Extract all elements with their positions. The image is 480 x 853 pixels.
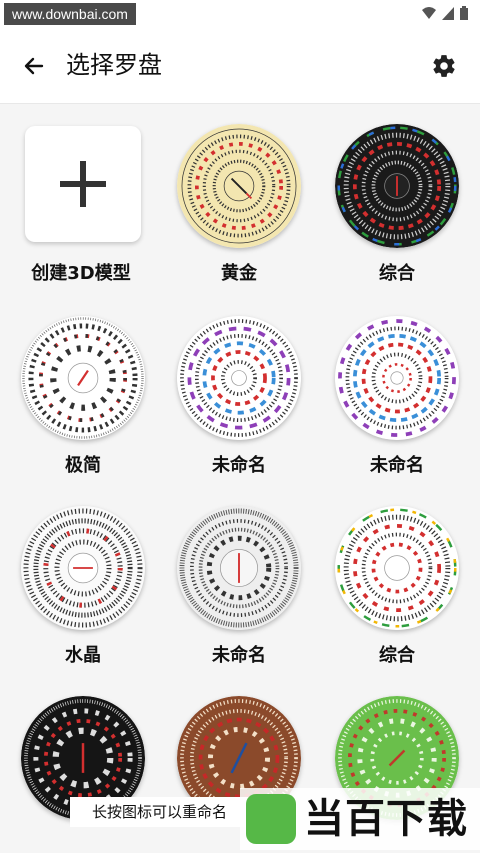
- tile-label: 未命名: [212, 645, 266, 666]
- wifi-icon: [422, 7, 436, 19]
- tile-compass-combo-2[interactable]: 综合: [332, 486, 462, 666]
- status-bar: www.downbai.com: [0, 0, 480, 28]
- logo-icon: [246, 794, 296, 844]
- status-icons: [422, 6, 468, 20]
- tile-compass-unnamed-2[interactable]: 未命名: [332, 296, 462, 476]
- tile-compass-gold[interactable]: 黄金: [174, 104, 304, 284]
- tile-compass-unnamed-3[interactable]: 未命名: [174, 486, 304, 666]
- tile-create-3d[interactable]: 创建3D模型: [22, 104, 152, 284]
- tile-compass-crystal[interactable]: 水晶: [18, 486, 148, 666]
- compass-image-combo-light: [335, 506, 459, 630]
- tile-label: 水晶: [65, 645, 101, 666]
- compass-image-combo-dark: [335, 124, 459, 248]
- tile-label: 综合: [379, 645, 415, 666]
- signal-icon: [442, 7, 454, 20]
- logo-text: 当百下载: [304, 796, 468, 842]
- settings-button[interactable]: [428, 50, 460, 82]
- compass-image-unnamed-3: [177, 506, 301, 630]
- app-bar: 选择罗盘: [0, 28, 480, 104]
- watermark-logo: 当百下载: [240, 788, 480, 850]
- tile-label: 未命名: [370, 455, 424, 476]
- compass-image-unnamed-1: [177, 316, 301, 440]
- tile-label: 黄金: [221, 263, 257, 284]
- plus-icon: [60, 161, 106, 207]
- tile-label: 创建3D模型: [31, 263, 131, 284]
- gear-icon: [433, 55, 455, 77]
- tile-label: 综合: [379, 263, 415, 284]
- arrow-left-icon: [24, 57, 44, 75]
- tile-label: 未命名: [212, 455, 266, 476]
- site-watermark: www.downbai.com: [4, 3, 136, 25]
- back-button[interactable]: [18, 50, 50, 82]
- tile-label: 极简: [65, 455, 101, 476]
- create-3d-button[interactable]: [25, 126, 141, 242]
- compass-image-gold: [177, 124, 301, 248]
- tile-compass-minimal[interactable]: 极简: [18, 296, 148, 476]
- compass-image-minimal: [21, 316, 145, 440]
- compass-grid: 创建3D模型 黄金 综合 极简 未命名 未命名 水晶 未命名 综合: [0, 104, 480, 853]
- page-title: 选择罗盘: [66, 52, 162, 79]
- tile-compass-combo[interactable]: 综合: [332, 104, 462, 284]
- compass-image-unnamed-2: [335, 316, 459, 440]
- tile-compass-unnamed-1[interactable]: 未命名: [174, 296, 304, 476]
- compass-image-crystal: [21, 506, 145, 630]
- battery-icon: [460, 6, 468, 20]
